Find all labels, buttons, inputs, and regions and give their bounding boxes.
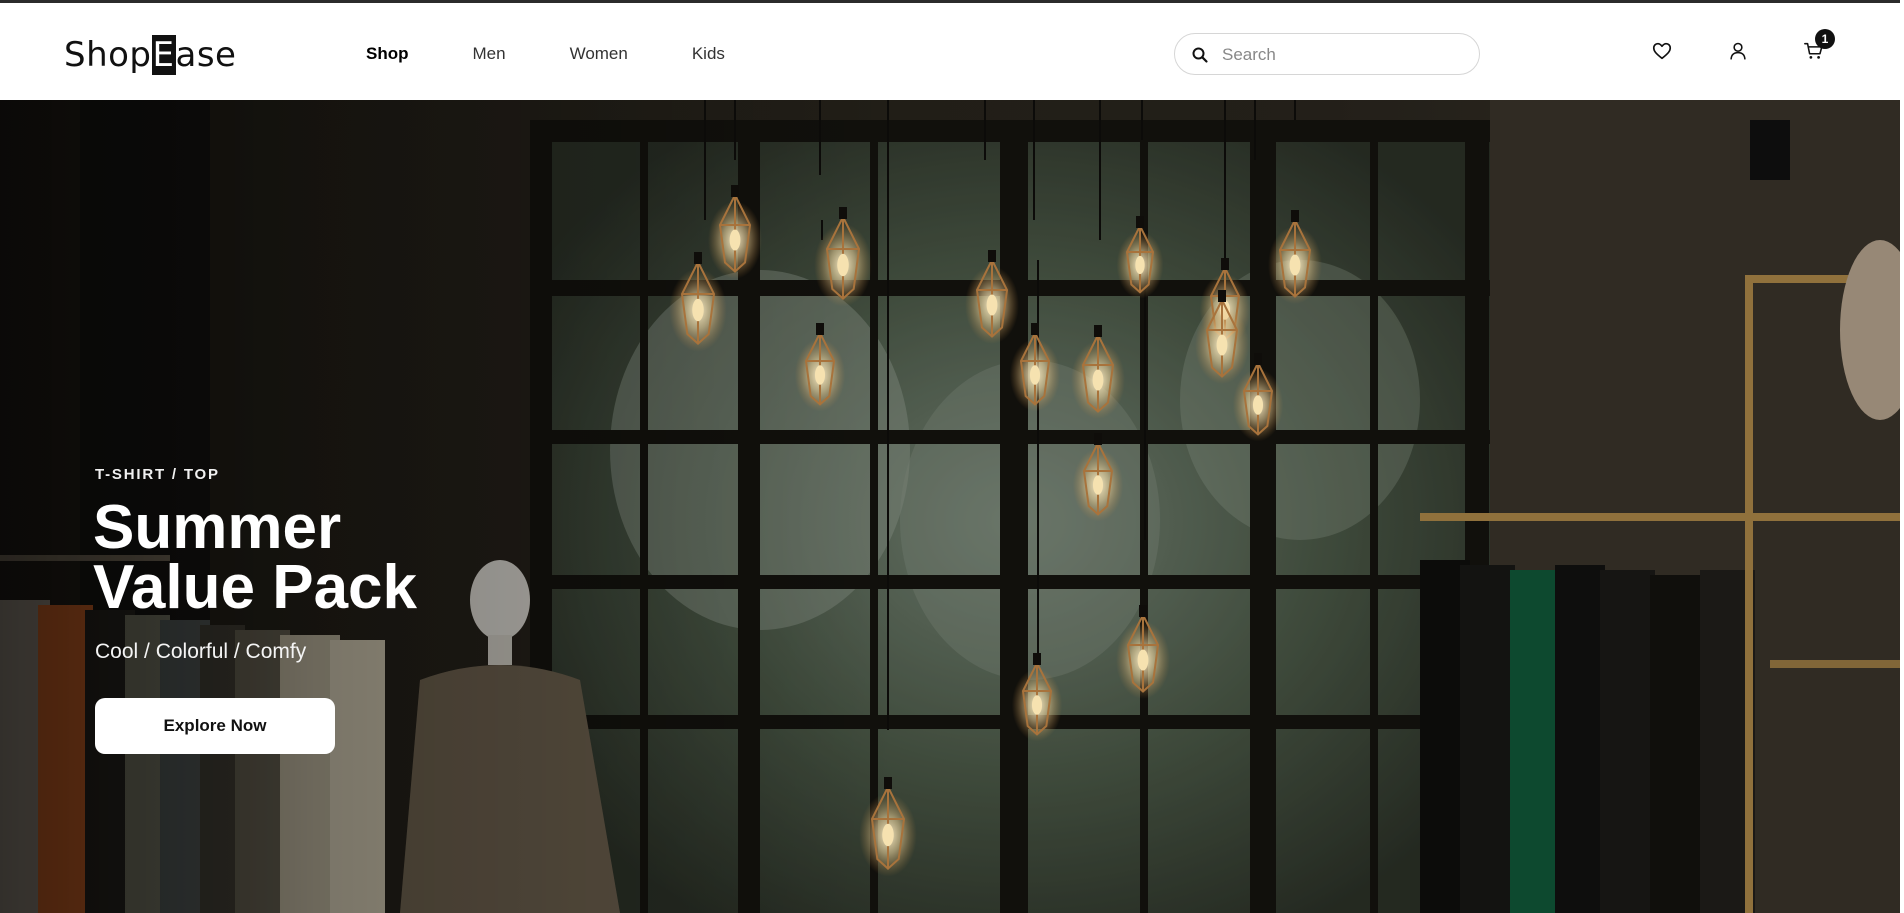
search-box[interactable]: [1174, 33, 1480, 75]
explore-now-button[interactable]: Explore Now: [95, 698, 335, 754]
search-input[interactable]: [1222, 44, 1462, 66]
logo[interactable]: ShopEase: [64, 35, 236, 75]
nav-link-men[interactable]: Men: [473, 43, 506, 65]
site-header: ShopEase Shop Men Women Kids 1: [0, 0, 1904, 100]
hero-title: Summer Value Pack: [93, 497, 693, 619]
hero-subtitle: Cool / Colorful / Comfy: [95, 640, 307, 663]
hero-category-label: T-SHIRT / TOP: [95, 466, 220, 483]
nav-link-kids[interactable]: Kids: [692, 43, 725, 65]
hero-title-line-2: Value Pack: [93, 553, 418, 622]
user-icon[interactable]: [1727, 40, 1749, 62]
nav-link-shop[interactable]: Shop: [366, 43, 409, 65]
hero-banner: T-SHIRT / TOP Summer Value Pack Cool / C…: [0, 100, 1900, 913]
nav-link-women[interactable]: Women: [570, 43, 628, 65]
page-edge: [1900, 0, 1904, 913]
heart-icon[interactable]: [1651, 40, 1673, 62]
cart-count-badge: 1: [1815, 29, 1835, 49]
search-icon: [1192, 47, 1208, 63]
hero-title-line-1: Summer: [93, 493, 342, 562]
main-nav: Shop Men Women Kids: [366, 43, 725, 65]
